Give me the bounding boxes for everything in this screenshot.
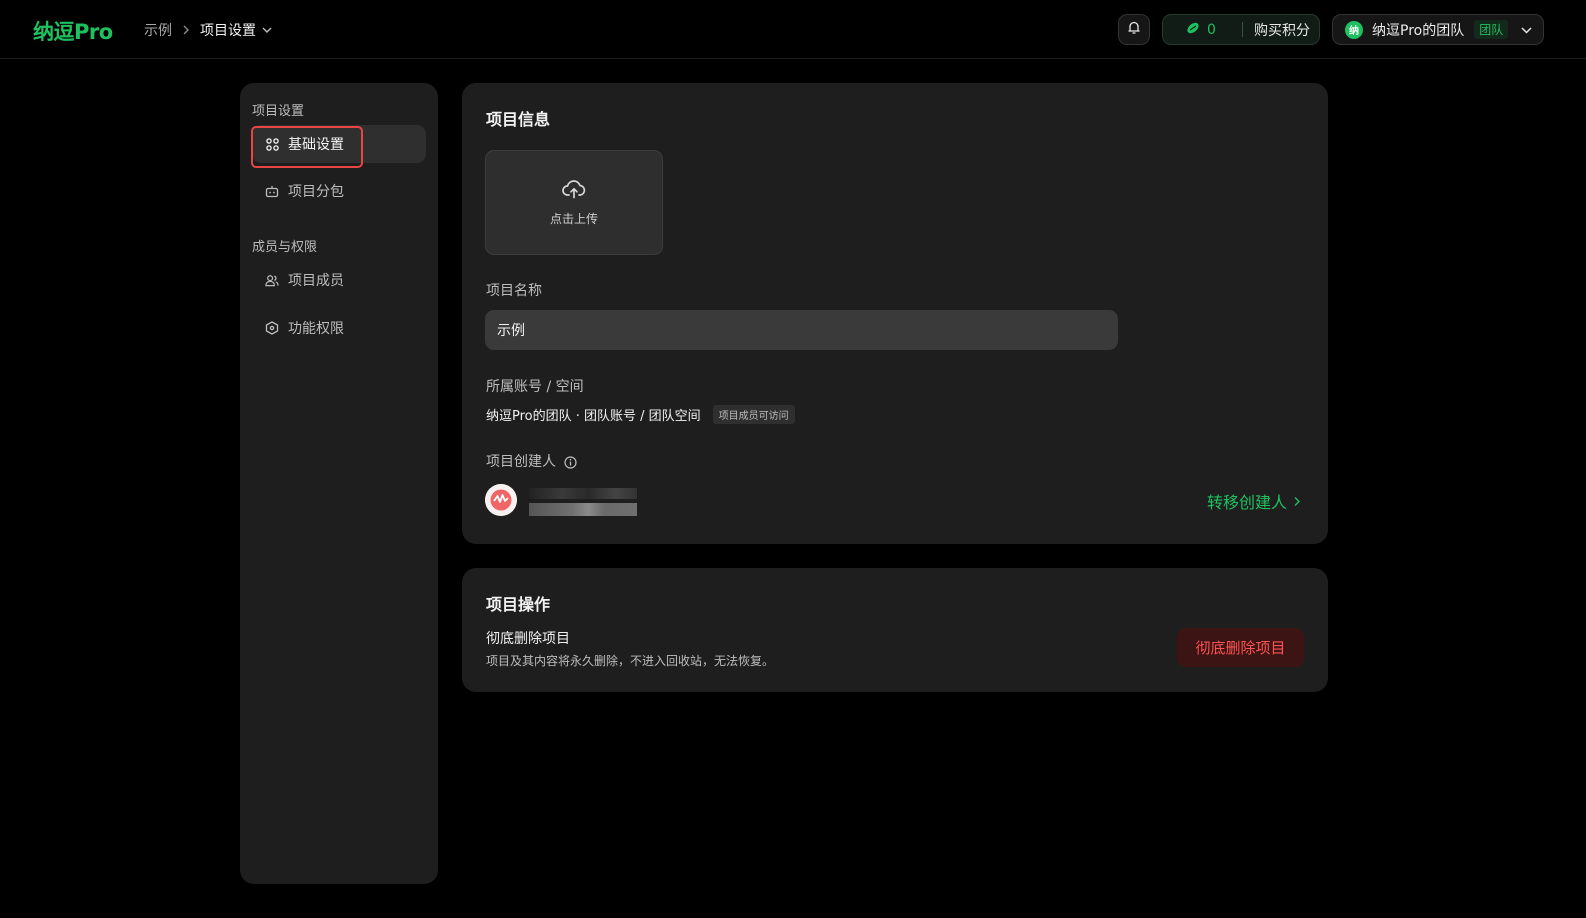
sidebar-item-project-members[interactable]: 项目成员: [252, 261, 426, 299]
cloud-upload-icon: [562, 179, 586, 203]
creator-id-redacted: [529, 503, 637, 516]
breadcrumb-current[interactable]: 项目设置: [200, 20, 256, 40]
access-badge: 项目成员可访问: [712, 405, 795, 424]
sidebar-item-label: 基础设置: [288, 137, 344, 153]
sidebar-item-label: 功能权限: [288, 321, 344, 337]
sidebar-item-label: 项目分包: [288, 184, 344, 200]
robot-icon: [265, 184, 279, 198]
project-name-input[interactable]: [485, 310, 1118, 350]
delete-project-title: 彻底删除项目: [486, 631, 570, 647]
notification-button[interactable]: [1118, 14, 1150, 45]
account-space-value: 纳逗Pro的团队 · 团队账号 / 团队空间: [486, 409, 701, 424]
project-name-label: 项目名称: [486, 283, 542, 299]
shield-hex-icon: [265, 321, 279, 335]
users-icon: [265, 273, 279, 287]
points-widget[interactable]: 0 购买积分: [1162, 14, 1320, 45]
transfer-creator-label: 转移创建人: [1206, 493, 1287, 512]
creator-name-redacted: [529, 488, 637, 499]
app-logo[interactable]: 纳逗Pro: [33, 16, 113, 46]
delete-project-description: 项目及其内容将永久删除，不进入回收站，无法恢复。: [486, 654, 775, 668]
creator-label: 项目创建人: [486, 454, 556, 470]
chevron-down-icon[interactable]: [262, 26, 272, 34]
account-space-label: 所属账号 / 空间: [486, 379, 584, 395]
project-info-card: 项目信息 点击上传 项目名称 所属账号 / 空间 纳逗Pro的团队 · 团队账号…: [462, 83, 1328, 544]
avatar: [485, 484, 517, 516]
upload-label: 点击上传: [549, 211, 598, 226]
breadcrumb: 示例 项目设置: [144, 20, 272, 40]
team-switcher[interactable]: 纳 纳逗Pro的团队 团队: [1332, 14, 1544, 45]
points-count: 0: [1207, 21, 1216, 38]
transfer-creator-link[interactable]: 转移创建人: [1207, 489, 1301, 513]
delete-project-button[interactable]: 彻底删除项目: [1177, 628, 1304, 667]
chevron-right-icon: [182, 25, 190, 35]
sidebar-group-project-settings: 项目设置: [252, 104, 305, 119]
cover-upload-button[interactable]: 点击上传: [485, 150, 663, 255]
bell-icon: [1127, 20, 1141, 39]
sidebar-group-members: 成员与权限: [252, 240, 318, 255]
grid-icon: [265, 137, 279, 151]
team-avatar: 纳: [1345, 20, 1363, 39]
info-icon[interactable]: [564, 455, 578, 469]
team-badge: 团队: [1474, 20, 1509, 39]
account-space-value-row: 纳逗Pro的团队 · 团队账号 / 团队空间 项目成员可访问: [486, 405, 795, 424]
settings-sidebar: 项目设置 基础设置 项目分包 成员与权限 项目成员 功能权限: [240, 83, 438, 884]
project-operations-card: 项目操作 彻底删除项目 项目及其内容将永久删除，不进入回收站，无法恢复。 彻底删…: [462, 568, 1328, 692]
team-name: 纳逗Pro的团队: [1372, 22, 1465, 39]
project-info-title: 项目信息: [486, 110, 551, 129]
sidebar-item-basic-settings[interactable]: 基础设置: [252, 125, 426, 163]
project-ops-title: 项目操作: [486, 595, 551, 614]
sidebar-item-label: 项目成员: [288, 273, 344, 289]
sidebar-item-feature-permissions[interactable]: 功能权限: [252, 309, 426, 347]
sidebar-item-project-packages[interactable]: 项目分包: [252, 172, 426, 210]
bean-icon: [1186, 21, 1200, 39]
breadcrumb-parent[interactable]: 示例: [144, 20, 172, 40]
chevron-down-icon: [1521, 26, 1532, 34]
creator-label-row: 项目创建人: [486, 451, 578, 471]
chevron-right-icon: [1293, 496, 1301, 507]
buy-points-button[interactable]: 购买积分: [1254, 20, 1310, 40]
top-header: 纳逗Pro 示例 项目设置 0 购买积分 纳 纳逗Pro的团队 团队: [0, 0, 1586, 59]
